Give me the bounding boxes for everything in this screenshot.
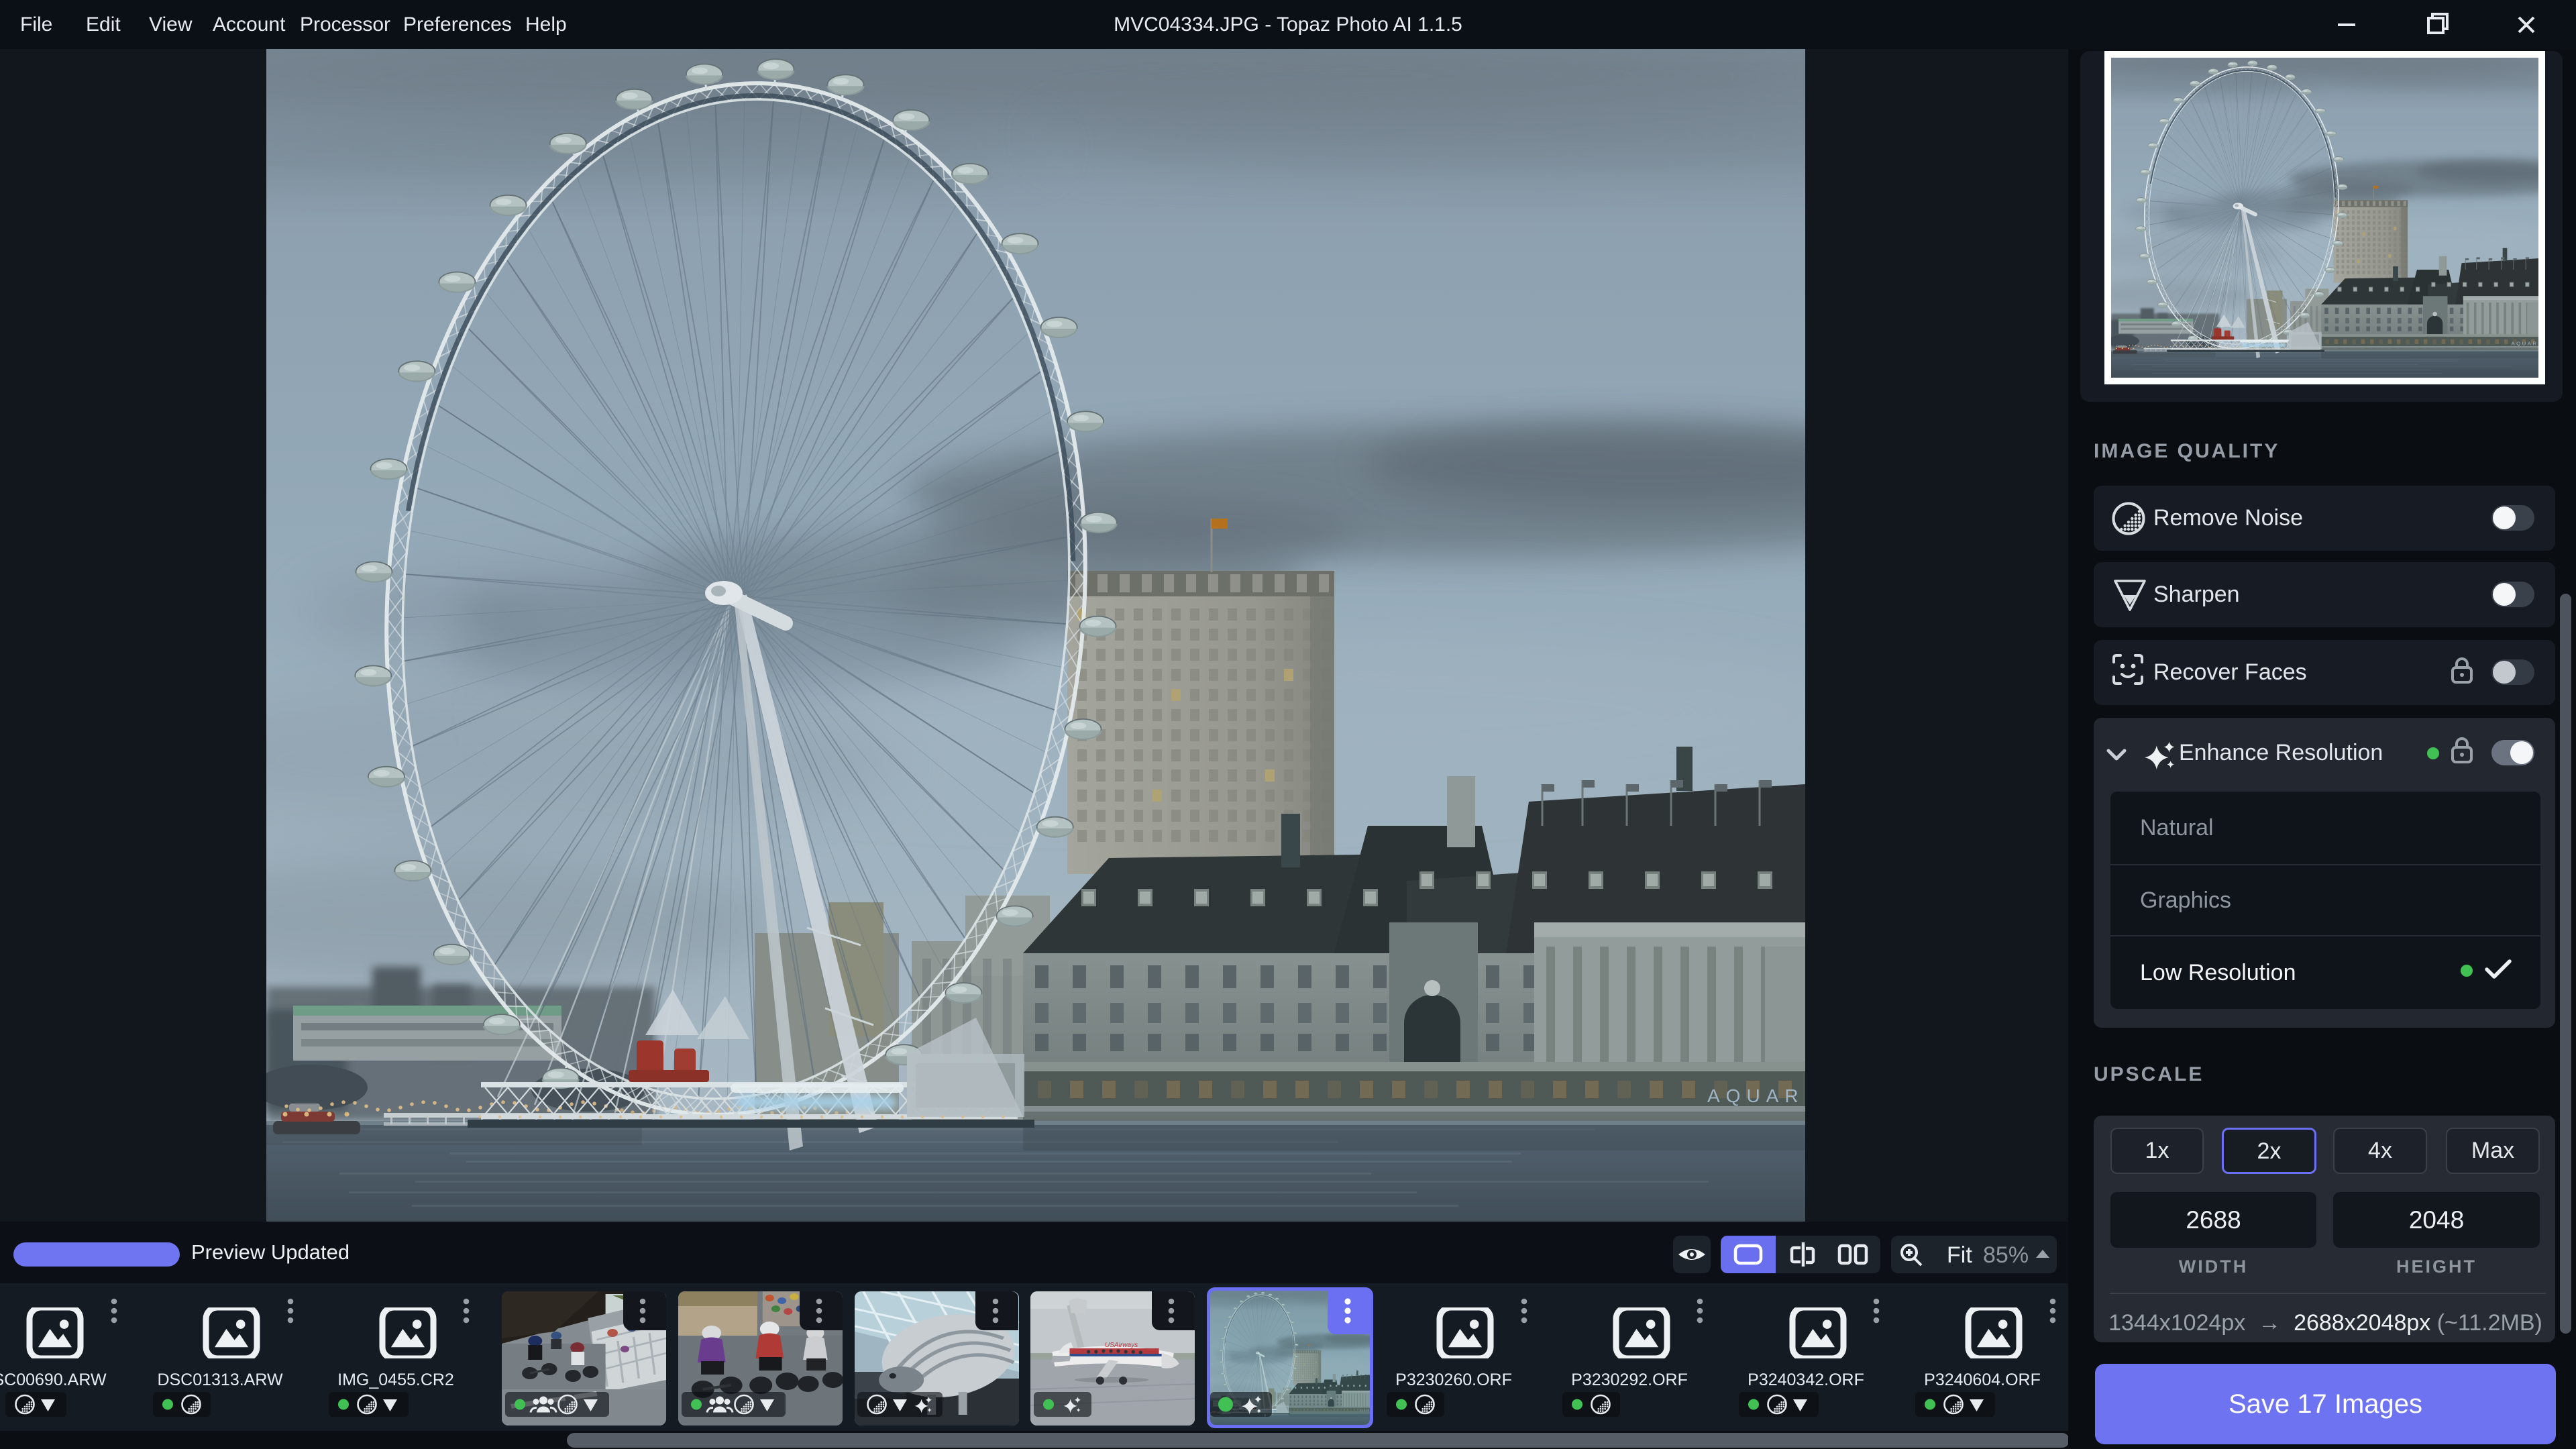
svg-text:Fit: Fit (1947, 1242, 1972, 1268)
svg-text:85%: 85% (1983, 1242, 2029, 1268)
svg-text:USAirways: USAirways (1105, 1342, 1138, 1349)
